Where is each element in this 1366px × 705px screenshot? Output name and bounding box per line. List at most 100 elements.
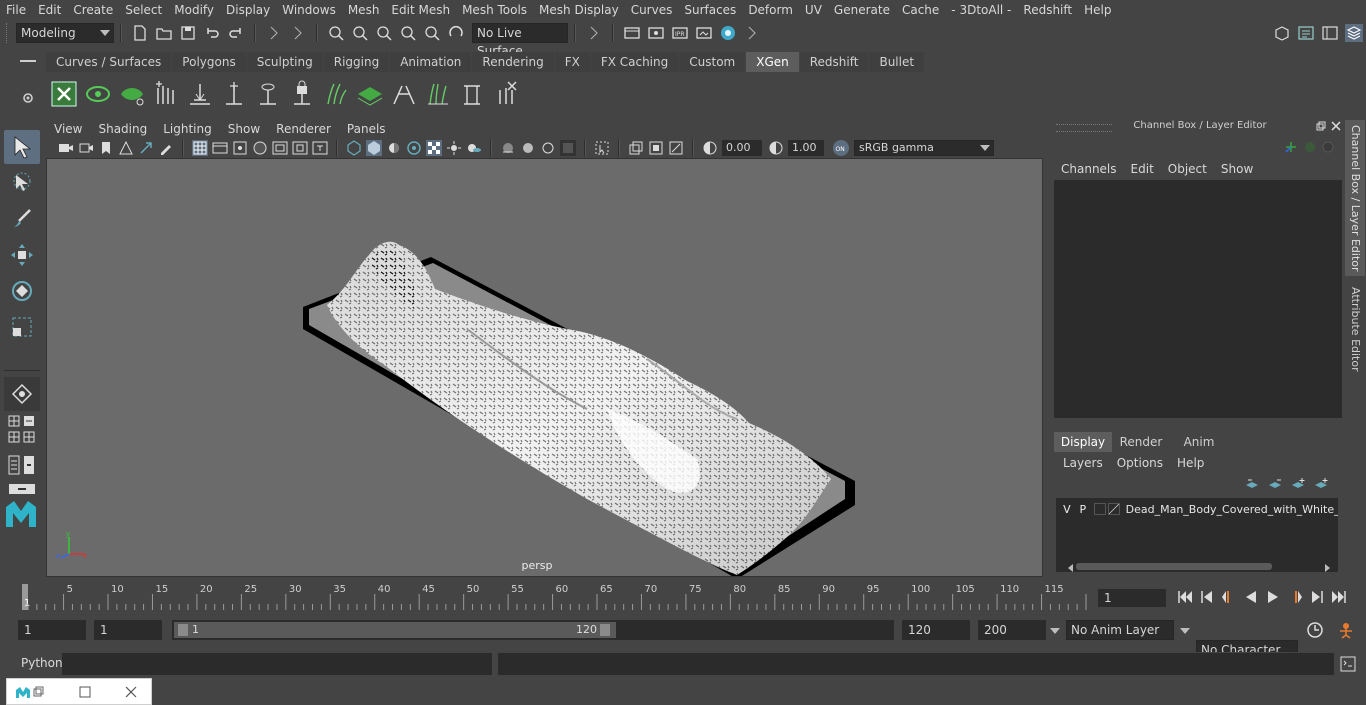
layer-tab-render[interactable]: Render bbox=[1112, 432, 1170, 452]
xray-active-icon[interactable] bbox=[540, 140, 556, 156]
color-space-selector[interactable]: sRGB gamma bbox=[854, 140, 994, 156]
scale-tool[interactable] bbox=[4, 310, 40, 344]
menu-help[interactable]: Help bbox=[1078, 0, 1117, 20]
layout-two-side-icon[interactable] bbox=[8, 431, 20, 443]
shelf-menu-icon[interactable] bbox=[20, 54, 36, 68]
layer-tab-anim[interactable]: Anim bbox=[1170, 432, 1228, 452]
open-scene-icon[interactable] bbox=[155, 24, 173, 42]
gamma-icon[interactable] bbox=[768, 140, 784, 156]
auto-key-icon[interactable] bbox=[1306, 621, 1324, 639]
resolution-gate-icon[interactable] bbox=[232, 140, 248, 156]
paint-select-tool[interactable] bbox=[4, 202, 40, 236]
place-guide-icon[interactable] bbox=[186, 80, 214, 108]
sculpt-guide-icon[interactable] bbox=[220, 80, 248, 108]
step-back-key-icon[interactable] bbox=[1220, 588, 1238, 606]
shelf-settings-icon[interactable] bbox=[22, 92, 34, 104]
xray-icon[interactable] bbox=[500, 140, 516, 156]
channel-box-attributes-area[interactable] bbox=[1054, 180, 1342, 418]
collapse-arrow-icon[interactable] bbox=[265, 24, 283, 42]
collapse-arrow-icon[interactable] bbox=[585, 24, 603, 42]
add-guide-icon[interactable] bbox=[152, 80, 180, 108]
go-to-end-icon[interactable] bbox=[1330, 588, 1348, 606]
chevron-down-icon[interactable] bbox=[1180, 628, 1190, 634]
select-tool[interactable] bbox=[4, 130, 40, 164]
2d-pan-zoom-icon[interactable] bbox=[138, 140, 154, 156]
menu-uv[interactable]: UV bbox=[799, 0, 828, 20]
range-slider[interactable]: 1 120 bbox=[172, 620, 894, 640]
shelf-tab-custom[interactable]: Custom bbox=[679, 52, 746, 72]
grease-pencil-icon[interactable] bbox=[158, 140, 174, 156]
menu-3dtoall[interactable]: - 3DtoAll - bbox=[945, 0, 1017, 20]
hypershade-icon[interactable] bbox=[719, 24, 737, 42]
safe-action-icon[interactable] bbox=[292, 140, 308, 156]
undo-icon[interactable] bbox=[203, 24, 221, 42]
frame-all-icon[interactable] bbox=[628, 140, 644, 156]
shelf-tab-bullet[interactable]: Bullet bbox=[869, 52, 925, 72]
layout-four-view-icon[interactable] bbox=[8, 415, 20, 427]
time-slider[interactable]: 1 5 10 15 20 25 30 35 40 45 50 55 60 65 70 75 80 85 90 95 10… bbox=[20, 580, 1102, 610]
collapse-arrow-icon[interactable] bbox=[289, 24, 307, 42]
speed-icon[interactable] bbox=[1304, 141, 1316, 153]
menu-select[interactable]: Select bbox=[119, 0, 168, 20]
exposure-field[interactable]: 0.00 bbox=[722, 140, 762, 156]
layer-color-swatch[interactable] bbox=[1107, 503, 1120, 515]
le-menu-layers[interactable]: Layers bbox=[1056, 454, 1110, 472]
gamma-field[interactable]: 1.00 bbox=[788, 140, 824, 156]
render-frame-icon[interactable] bbox=[647, 24, 665, 42]
menu-deform[interactable]: Deform bbox=[742, 0, 799, 20]
hyper-icon[interactable] bbox=[1322, 141, 1334, 153]
use-all-lights-icon[interactable] bbox=[446, 140, 462, 156]
layout-persp-outliner-icon[interactable] bbox=[23, 455, 35, 475]
shelf-tab-redshift[interactable]: Redshift bbox=[799, 52, 869, 72]
select-guide-icon[interactable] bbox=[254, 80, 282, 108]
safe-title-icon[interactable] bbox=[312, 140, 328, 156]
step-forward-key-icon[interactable] bbox=[1286, 588, 1304, 606]
mode-selector[interactable]: Modeling bbox=[16, 23, 114, 43]
menu-edit[interactable]: Edit bbox=[32, 0, 67, 20]
cb-menu-object[interactable]: Object bbox=[1161, 160, 1214, 178]
float-panel-icon[interactable] bbox=[1316, 121, 1326, 131]
le-menu-help[interactable]: Help bbox=[1170, 454, 1211, 472]
guides-to-curves-icon[interactable] bbox=[322, 80, 350, 108]
groom-splines-icon[interactable] bbox=[424, 80, 452, 108]
maximize-icon[interactable] bbox=[79, 686, 91, 698]
save-scene-icon[interactable] bbox=[179, 24, 197, 42]
shelf-tab-rendering[interactable]: Rendering bbox=[472, 52, 554, 72]
range-end-handle[interactable] bbox=[600, 624, 610, 636]
playback-start-field[interactable]: 1 bbox=[94, 620, 162, 640]
make-live-icon[interactable] bbox=[447, 24, 465, 42]
viewport-menu-lighting[interactable]: Lighting bbox=[155, 120, 220, 138]
layer-playback-toggle[interactable]: P bbox=[1076, 503, 1090, 516]
layer-display-type-toggle[interactable] bbox=[1093, 503, 1106, 515]
frame-selected-icon[interactable] bbox=[648, 140, 664, 156]
film-gate-icon[interactable] bbox=[212, 140, 228, 156]
animation-preferences-icon[interactable] bbox=[1336, 621, 1356, 639]
step-back-frame-icon[interactable] bbox=[1198, 588, 1216, 606]
restore-icon[interactable] bbox=[33, 686, 45, 698]
menu-redshift[interactable]: Redshift bbox=[1017, 0, 1078, 20]
command-input[interactable] bbox=[62, 653, 492, 675]
chevron-down-icon[interactable] bbox=[1050, 628, 1060, 634]
close-icon[interactable] bbox=[125, 686, 137, 698]
menu-mesh-tools[interactable]: Mesh Tools bbox=[456, 0, 533, 20]
playback-end-field[interactable]: 120 bbox=[902, 620, 970, 640]
menu-curves[interactable]: Curves bbox=[625, 0, 679, 20]
close-panel-icon[interactable] bbox=[1331, 121, 1341, 131]
grip-handle[interactable] bbox=[6, 23, 12, 43]
manipulator-icon[interactable] bbox=[1284, 140, 1298, 154]
rotate-tool[interactable] bbox=[4, 274, 40, 308]
lock-guide-icon[interactable] bbox=[288, 80, 316, 108]
layer-name[interactable]: Dead_Man_Body_Covered_with_White_Sh bbox=[1126, 503, 1338, 516]
live-surface-field[interactable]: No Live Surface bbox=[472, 23, 568, 58]
create-empty-layer-icon[interactable] bbox=[1290, 477, 1306, 491]
menu-cache[interactable]: Cache bbox=[896, 0, 945, 20]
scene-start-field[interactable]: 1 bbox=[18, 620, 86, 640]
menu-display[interactable]: Display bbox=[220, 0, 276, 20]
backface-culling-icon[interactable] bbox=[560, 140, 576, 156]
viewport-menu-panels[interactable]: Panels bbox=[339, 120, 394, 138]
scrollbar-thumb[interactable] bbox=[1076, 563, 1272, 570]
menu-generate[interactable]: Generate bbox=[828, 0, 896, 20]
camera-attributes-icon[interactable] bbox=[78, 140, 94, 156]
bookmark-icon[interactable] bbox=[98, 140, 114, 156]
scroll-left-arrow-icon[interactable] bbox=[1068, 564, 1073, 572]
